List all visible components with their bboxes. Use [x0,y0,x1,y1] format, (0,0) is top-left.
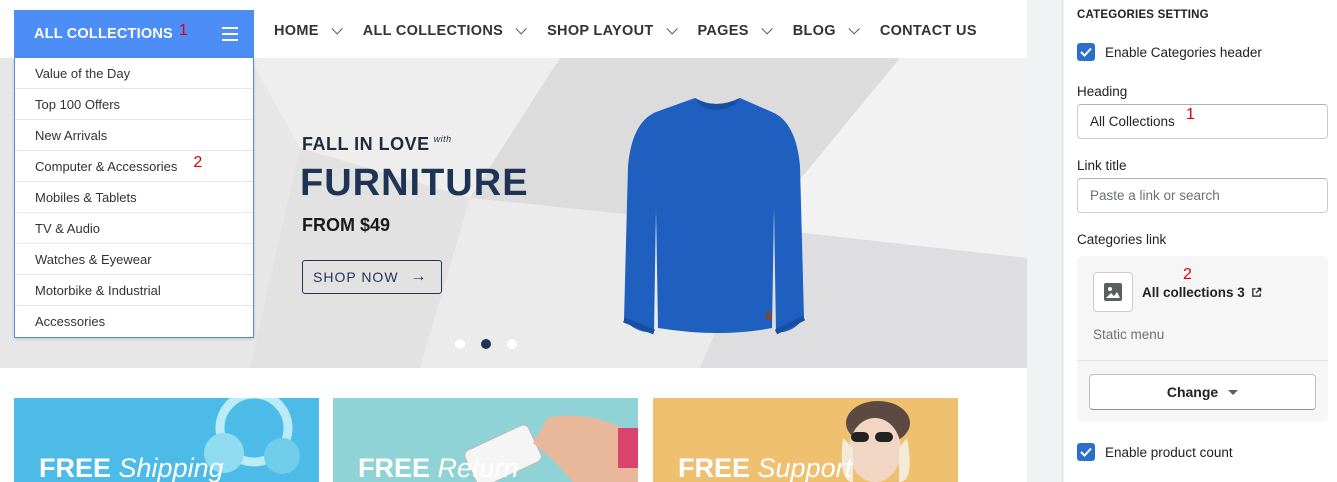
nav-all-collections[interactable]: ALL COLLECTIONS [362,23,527,39]
dropdown-item-label: Watches & Eyewear [35,251,152,267]
promo-strip: FREE Shipping FREE Return FREE Support [0,398,1027,482]
heading-input[interactable] [1077,104,1328,139]
nav-label: BLOG [792,23,836,39]
slide-dot-3[interactable] [507,339,517,349]
dropdown-item[interactable]: Top 100 Offers [15,89,253,120]
external-link-icon[interactable] [1251,287,1262,298]
hero-price: FROM $49 [302,215,391,235]
annotation-marker: 1 [1186,106,1195,123]
promo-return[interactable]: FREE Return [333,398,638,482]
store-navbar: ALL COLLECTIONS 1 HOME ALL COLLECTIONS S… [0,0,1027,58]
nav-label: ALL COLLECTIONS [362,23,504,39]
promo-italic: Shipping [118,453,224,482]
nav-label: PAGES [697,23,749,39]
promo-shipping[interactable]: FREE Shipping [14,398,319,482]
category-name: All collections 3 [1142,285,1245,300]
all-collections-label: ALL COLLECTIONS [34,26,173,42]
nav-blog[interactable]: BLOG [792,23,860,39]
dropdown-item[interactable]: Value of the Day [15,58,253,89]
shop-now-label: SHOP NOW [313,269,399,285]
preview-gutter [1027,0,1063,482]
hero-tagline-suffix: with [433,134,452,144]
categories-link-card: All collections 3 2 Static menu Change [1077,256,1328,422]
promo-italic: Return [437,453,519,482]
slide-dot-1[interactable] [455,339,465,349]
hamburger-icon[interactable] [222,27,238,41]
change-button[interactable]: Change [1089,374,1316,410]
dropdown-item-label: Mobiles & Tablets [35,189,137,205]
annotation-marker: 1 [178,22,188,39]
hero-tagline: FALL IN LOVE with [302,134,452,155]
slider-dots [455,339,533,349]
image-placeholder-icon [1093,272,1133,312]
enable-count-row[interactable]: Enable product count [1077,443,1233,461]
chevron-down-icon [848,23,860,35]
app-root: ALL COLLECTIONS 1 HOME ALL COLLECTIONS S… [0,0,1337,482]
nav-contact-us[interactable]: CONTACT US [880,23,977,39]
dropdown-item-label: Motorbike & Industrial [35,282,161,298]
link-title-input[interactable] [1077,178,1328,213]
shop-now-button[interactable]: SHOP NOW → [302,260,442,294]
enable-count-label: Enable product count [1105,444,1233,460]
enable-count-checkbox[interactable] [1077,443,1095,461]
arrow-right-icon: → [410,268,428,285]
dropdown-item[interactable]: New Arrivals [15,120,253,151]
store-preview: ALL COLLECTIONS 1 HOME ALL COLLECTIONS S… [0,0,1027,482]
dropdown-item[interactable]: Accessories [15,306,253,337]
promo-text: FREE Support [678,453,852,482]
dropdown-item-label: TV & Audio [35,220,101,236]
dropdown-item[interactable]: Computer & Accessories 2 [15,151,253,182]
main-menu: HOME ALL COLLECTIONS SHOP LAYOUT PAGES B… [262,23,989,39]
promo-bold: FREE [39,453,112,482]
annotation-marker: 2 [1183,266,1192,283]
all-collections-button[interactable]: ALL COLLECTIONS 1 [14,10,254,58]
dropdown-item-label: New Arrivals [35,127,108,143]
annotation-marker: 2 [193,154,203,171]
nav-shop-layout[interactable]: SHOP LAYOUT [547,23,678,39]
nav-label: SHOP LAYOUT [547,23,654,39]
dropdown-item-label: Computer & Accessories [35,158,178,174]
sweater-image [623,98,806,335]
nav-label: CONTACT US [879,23,977,39]
hero-tagline-text: FALL IN LOVE [302,134,430,154]
category-subtitle: Static menu [1093,327,1165,342]
dropdown-item[interactable]: TV & Audio [15,213,253,244]
nav-home[interactable]: HOME [274,23,343,39]
dropdown-item-label: Accessories [35,314,106,329]
promo-bold: FREE [358,453,431,482]
dropdown-item-label: Value of the Day [35,65,131,81]
enable-header-row[interactable]: Enable Categories header [1077,43,1262,61]
dropdown-item[interactable]: Mobiles & Tablets [15,182,253,213]
dropdown-item-label: Top 100 Offers [35,96,121,112]
chevron-down-icon [761,23,773,35]
checkmark-icon [1080,47,1092,57]
card-divider [1077,360,1328,361]
caret-down-icon [1228,389,1239,395]
link-title-label: Link title [1077,158,1127,173]
categories-link-label: Categories link [1077,232,1167,247]
dropdown-item[interactable]: Motorbike & Industrial [15,275,253,306]
settings-panel: CATEGORIES SETTING Enable Categories hea… [1064,0,1337,482]
change-label: Change [1166,384,1219,400]
dropdown-item[interactable]: Watches & Eyewear [15,244,253,275]
chevron-down-icon [331,23,343,35]
section-title: CATEGORIES SETTING [1077,9,1209,21]
chevron-down-icon [515,23,527,35]
promo-support[interactable]: FREE Support [653,398,958,482]
checkmark-icon [1080,447,1092,457]
category-link[interactable]: All collections 3 [1142,285,1262,300]
promo-bold: FREE [678,453,751,482]
promo-text: FREE Shipping [39,453,224,482]
nav-pages[interactable]: PAGES [697,23,773,39]
chevron-down-icon [665,23,678,35]
heading-label: Heading [1077,84,1128,99]
hero-headline: FURNITURE [300,162,529,204]
slide-dot-2[interactable] [481,339,491,349]
promo-text: FREE Return [358,453,519,482]
enable-header-label: Enable Categories header [1105,44,1262,60]
enable-header-checkbox[interactable] [1077,43,1095,61]
nav-label: HOME [274,23,319,39]
promo-italic: Support [757,453,853,482]
collections-dropdown: Value of the Day Top 100 Offers New Arri… [14,58,254,338]
